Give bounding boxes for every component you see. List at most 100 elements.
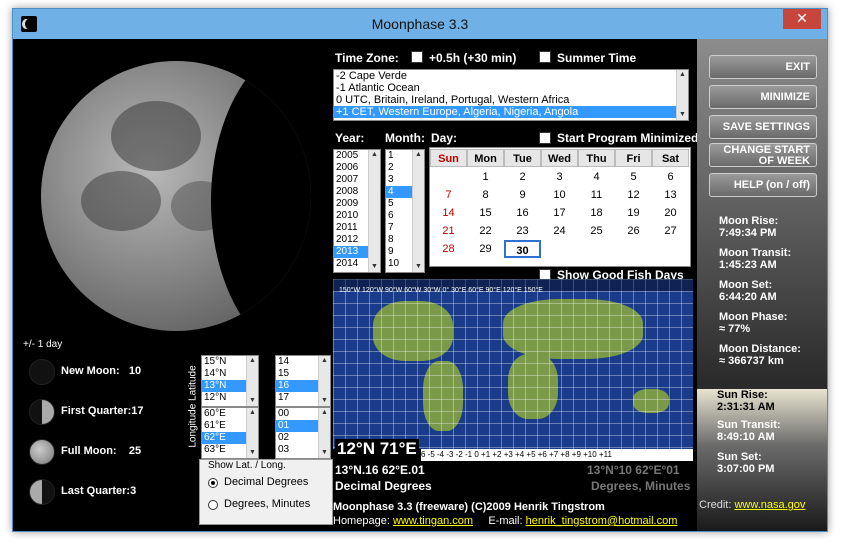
group-legend: Show Lat. / Long.: [206, 460, 288, 471]
title-bar[interactable]: Moonphase 3.3 ✕: [13, 9, 827, 39]
exit-button[interactable]: EXIT: [709, 55, 817, 79]
latitude-degree-list[interactable]: 15°N 14°N 13°N 12°N ▲ ▼: [201, 355, 259, 407]
phase-label: Last Quarter:3: [61, 485, 136, 497]
homepage-link[interactable]: www.tingan.com: [393, 515, 473, 527]
calendar-day[interactable]: 3: [541, 168, 578, 186]
calendar-day[interactable]: [430, 168, 467, 186]
email-link[interactable]: henrik_tingstrom@hotmail.com: [526, 515, 678, 527]
scroll-up-icon[interactable]: ▲: [677, 70, 688, 80]
calendar-day[interactable]: 19: [615, 204, 652, 222]
longitude-degree-list[interactable]: 60°E 61°E 62°E 63°E ▲ ▼: [201, 407, 259, 459]
show-latlong-group: Show Lat. / Long. Decimal Degrees Degree…: [199, 459, 333, 525]
scroll-down-icon[interactable]: ▼: [247, 448, 258, 458]
scrollbar[interactable]: ▲ ▼: [318, 408, 330, 458]
calendar-day[interactable]: 6: [652, 168, 689, 186]
list-item[interactable]: -1 Atlantic Ocean: [334, 82, 688, 94]
calendar-day[interactable]: 14: [430, 204, 467, 222]
calendar-day[interactable]: 10: [541, 186, 578, 204]
phase-name: First Quarter:: [61, 405, 132, 417]
calendar-day[interactable]: 15: [467, 204, 504, 222]
calendar-day[interactable]: 28: [430, 240, 467, 258]
scroll-down-icon[interactable]: ▼: [677, 110, 688, 120]
longitude-minute-list[interactable]: 00 01 02 03 ▲ ▼: [275, 407, 331, 459]
calendar-day[interactable]: 22: [467, 222, 504, 240]
list-item[interactable]: -2 Cape Verde: [334, 70, 688, 82]
year-list[interactable]: 2005 2006 2007 2008 2009 2010 2011 2012 …: [333, 149, 381, 273]
calendar-day[interactable]: 29: [467, 240, 504, 258]
scrollbar[interactable]: ▲ ▼: [246, 356, 258, 406]
day-range-label: +/- 1 day: [23, 339, 63, 350]
calendar-day[interactable]: 5: [615, 168, 652, 186]
phase-new-moon: New Moon: 10: [29, 359, 199, 387]
calendar-day[interactable]: 27: [652, 222, 689, 240]
calendar-day[interactable]: 20: [652, 204, 689, 222]
scroll-down-icon[interactable]: ▼: [247, 396, 258, 406]
half-hour-label[interactable]: +0.5h (+30 min): [429, 51, 516, 65]
scroll-down-icon[interactable]: ▼: [413, 262, 424, 272]
nasa-link[interactable]: www.nasa.gov: [734, 499, 805, 511]
calendar-day[interactable]: 12: [615, 186, 652, 204]
scroll-up-icon[interactable]: ▲: [369, 150, 380, 160]
scroll-down-icon[interactable]: ▼: [319, 396, 330, 406]
scrollbar[interactable]: ▲ ▼: [368, 150, 380, 272]
scroll-up-icon[interactable]: ▲: [319, 356, 330, 366]
scroll-up-icon[interactable]: ▲: [319, 408, 330, 418]
degrees-minutes-radio[interactable]: [208, 500, 218, 510]
summer-time-checkbox[interactable]: [539, 51, 551, 63]
moon-mare: [81, 171, 161, 231]
calendar-day[interactable]: 1: [467, 168, 504, 186]
map-grid: [333, 279, 693, 449]
close-button[interactable]: ✕: [783, 9, 821, 29]
degrees-minutes-label[interactable]: Degrees, Minutes: [224, 498, 310, 510]
help-button[interactable]: HELP (on / off): [709, 173, 817, 197]
scroll-down-icon[interactable]: ▼: [319, 448, 330, 458]
save-settings-button[interactable]: SAVE SETTINGS: [709, 115, 817, 139]
half-hour-checkbox[interactable]: [411, 51, 423, 63]
list-item[interactable]: 0 UTC, Britain, Ireland, Portugal, Weste…: [334, 94, 688, 106]
scrollbar[interactable]: ▲ ▼: [246, 408, 258, 458]
timezone-list[interactable]: -2 Cape Verde -1 Atlantic Ocean 0 UTC, B…: [333, 69, 689, 121]
calendar-day[interactable]: 17: [541, 204, 578, 222]
change-start-of-week-button[interactable]: CHANGE START OF WEEK: [709, 143, 817, 167]
calendar-day[interactable]: 8: [467, 186, 504, 204]
decimal-degrees-radio[interactable]: [208, 478, 218, 488]
calendar-day[interactable]: 9: [504, 186, 541, 204]
calendar-day[interactable]: 26: [615, 222, 652, 240]
scroll-up-icon[interactable]: ▲: [247, 408, 258, 418]
calendar-day[interactable]: 18: [578, 204, 615, 222]
scroll-up-icon[interactable]: ▲: [247, 356, 258, 366]
calendar-day[interactable]: 24: [541, 222, 578, 240]
sun-rise-label: Sun Rise:: [717, 389, 768, 401]
moon-set-value: 6:44:20 AM: [719, 291, 777, 303]
summer-time-label[interactable]: Summer Time: [557, 51, 636, 65]
scrollbar[interactable]: ▲ ▼: [676, 70, 688, 120]
calendar-day-selected[interactable]: 30: [504, 240, 541, 258]
phase-date: 10: [128, 365, 142, 377]
list-item-selected[interactable]: +1 CET, Western Europe, Algeria, Nigeria…: [334, 106, 688, 118]
calendar-day[interactable]: 16: [504, 204, 541, 222]
timezone-label: Time Zone:: [335, 51, 399, 65]
decimal-degrees-label[interactable]: Decimal Degrees: [224, 476, 308, 488]
scroll-down-icon[interactable]: ▼: [369, 262, 380, 272]
calendar-day[interactable]: 13: [652, 186, 689, 204]
calendar-day[interactable]: 23: [504, 222, 541, 240]
world-map[interactable]: 150°W 120°W 90°W 60°W 30°W 0° 30°E 60°E …: [333, 279, 693, 449]
calendar-day[interactable]: 21: [430, 222, 467, 240]
scrollbar[interactable]: ▲ ▼: [412, 150, 424, 272]
start-minimized-checkbox[interactable]: [539, 132, 551, 144]
latitude-minute-list[interactable]: 14 15 16 17 ▲ ▼: [275, 355, 331, 407]
calendar-day[interactable]: 7: [430, 186, 467, 204]
phase-name: New Moon:: [61, 365, 120, 377]
moon-phase-label: Moon Phase:: [719, 311, 788, 323]
calendar-day[interactable]: 11: [578, 186, 615, 204]
day-header-sun: Sun: [430, 149, 467, 167]
scrollbar[interactable]: ▲ ▼: [318, 356, 330, 406]
calendar-day[interactable]: 2: [504, 168, 541, 186]
minimize-button[interactable]: MINIMIZE: [709, 85, 817, 109]
calendar-day[interactable]: 25: [578, 222, 615, 240]
month-list[interactable]: 1 2 3 4 5 6 7 8 9 10 ▲ ▼: [385, 149, 425, 273]
latlong-vertical-label: Longitude Latitude: [185, 357, 199, 457]
start-minimized-label[interactable]: Start Program Minimized: [557, 131, 698, 145]
scroll-up-icon[interactable]: ▲: [413, 150, 424, 160]
calendar-day[interactable]: 4: [578, 168, 615, 186]
